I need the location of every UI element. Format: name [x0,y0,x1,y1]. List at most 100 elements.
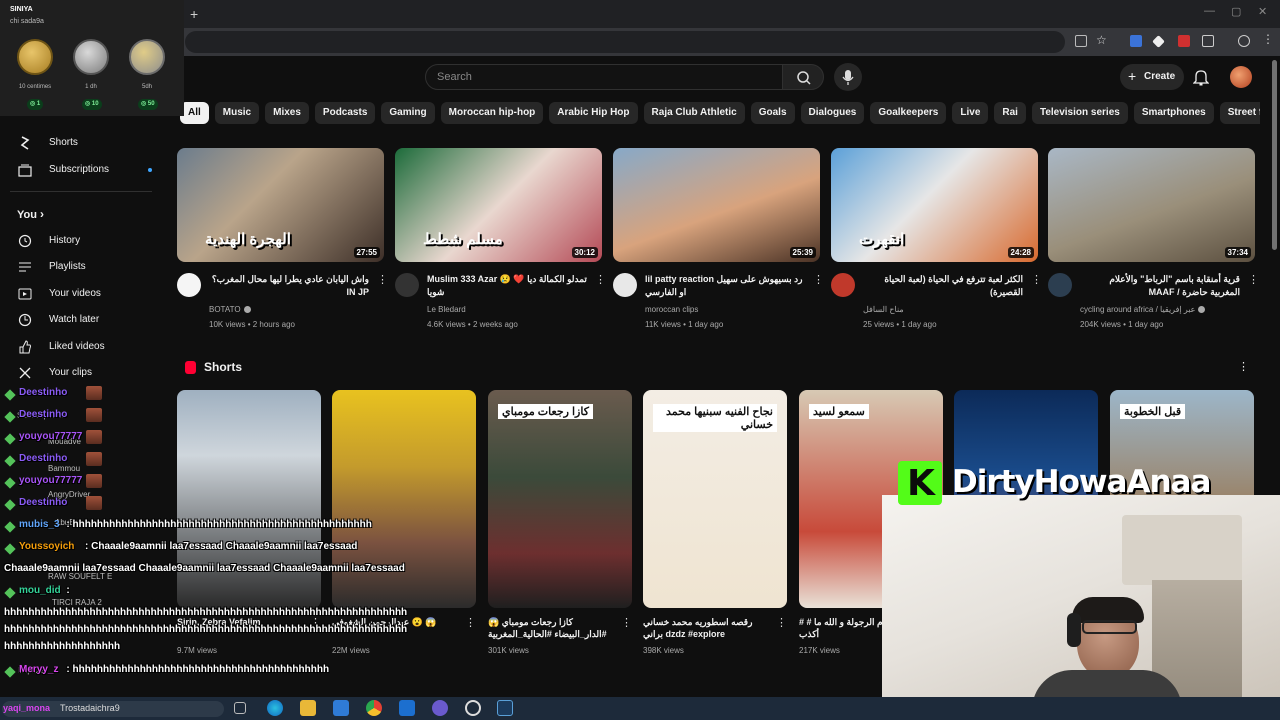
chip-moroccan-hip-hop[interactable]: Moroccan hip-hop [440,102,544,124]
short-title[interactable]: 😱 كازا رجعات مومباي #الدار_البيضاء #الحا… [488,616,614,640]
channel-avatar[interactable] [613,273,637,297]
video-thumbnail[interactable]: 37:34 [1048,148,1255,262]
channel-avatar[interactable] [177,273,201,297]
shorts-more-menu-icon[interactable]: ⋮ [1238,360,1249,373]
your-videos-icon [18,288,32,300]
video-thumbnail[interactable]: انقهرت 24:28 [831,148,1038,262]
extensions-puzzle-icon[interactable] [1202,35,1214,47]
video-title[interactable]: واش اليابان عادي يطرا ليها محال المغرب؟ … [209,273,369,299]
video-title[interactable]: lil patty reaction رد بسيهوش على سهيل او… [645,273,805,299]
chip-gaming[interactable]: Gaming [381,102,435,124]
notifications-button[interactable] [1192,68,1210,89]
thumbnail-text: انقهرت [859,231,905,248]
chip-dialogues[interactable]: Dialogues [800,102,865,124]
chat-username[interactable]: Deestinho [19,387,67,398]
chat-username[interactable]: Deestinho [19,409,67,420]
short-more-icon[interactable]: ⋮ [776,616,787,629]
short-thumbnail[interactable]: كازا رجعات مومباي [488,390,632,608]
chip-music[interactable]: Music [214,102,260,124]
obs-icon[interactable] [465,700,481,716]
coin-5dh-icon[interactable] [129,39,165,75]
video-thumbnail[interactable]: 25:39 [613,148,820,262]
chat-username[interactable]: Meryy_z [19,664,58,675]
chip-rai[interactable]: Rai [994,102,1026,124]
profile-icon[interactable] [1238,35,1250,47]
chat-username[interactable]: youyou77777 [19,475,82,486]
chip-podcasts[interactable]: Podcasts [314,102,376,124]
bookmark-star-icon[interactable]: ☆ [1096,33,1108,47]
close-window-button[interactable]: ✕ [1258,5,1267,18]
short-title[interactable]: رقصه اسطوريه محمد خساني براني dzdz #expl… [643,616,769,640]
short-thumbnail[interactable]: نجاح الفنيه سبنيها محمد خساني [643,390,787,608]
chat-username[interactable]: mubis_3 [19,519,60,530]
chrome-icon[interactable] [366,700,382,716]
minimize-button[interactable]: — [1204,5,1215,17]
coin-10-centimes-icon[interactable] [17,39,53,75]
video-title[interactable]: قرية أمنقابة باسم "الرباط" والأعلام المغ… [1080,273,1240,299]
upload-time: 1 day ago [1128,320,1164,329]
chip-street-food[interactable]: Street food [1219,102,1260,124]
diamond-extension-icon[interactable] [1152,35,1165,48]
chip-goalkeepers[interactable]: Goalkeepers [870,102,947,124]
search-input[interactable]: Search [425,64,783,90]
short-more-icon[interactable]: ⋮ [621,616,632,629]
chip-live[interactable]: Live [952,102,989,124]
cast-icon[interactable] [1075,35,1087,47]
chip-goals[interactable]: Goals [750,102,795,124]
video-title[interactable]: Muslim 333 Azar 😢 تمدلو الكمالة ديا ❤️ ش… [427,273,587,299]
short-more-icon[interactable]: ⋮ [465,616,476,629]
outlook-icon[interactable] [399,700,415,716]
video-title[interactable]: الكثر لعبة تترفع في الحياة (لعبة الحياة … [863,273,1023,299]
search-button[interactable] [782,64,824,90]
chip-arabic-hip-hop[interactable]: Arabic Hip Hop [549,102,638,124]
chip-raja-club-athletic[interactable]: Raja Club Athletic [643,102,745,124]
more-actions-icon[interactable]: ⋮ [377,273,388,286]
channel-name[interactable]: Le Bledard [427,305,466,314]
red-extension-icon[interactable] [1178,35,1190,47]
page-scrollbar[interactable] [1272,60,1277,250]
chip-mixes[interactable]: Mixes [265,102,309,124]
channel-avatar[interactable] [1048,273,1072,297]
chat-badge-icon [4,666,16,678]
short-thumbnail[interactable] [332,390,476,608]
more-actions-icon[interactable]: ⋮ [595,273,606,286]
store-icon[interactable] [333,700,349,716]
more-actions-icon[interactable]: ⋮ [1031,273,1042,286]
maximize-button[interactable]: ▢ [1231,5,1241,18]
channel-avatar[interactable] [831,273,855,297]
new-tab-button[interactable]: + [190,6,198,22]
edge-icon[interactable] [267,700,283,716]
chip-all[interactable]: All [180,102,209,124]
channel-name[interactable]: moroccan clips [645,305,698,314]
chat-username[interactable]: Deestinho [19,453,67,464]
chip-television-series[interactable]: Television series [1031,102,1128,124]
task-view-icon[interactable] [234,702,246,714]
chat-username[interactable]: Deestinho [19,497,67,508]
create-button[interactable]: + Create [1120,64,1184,90]
coin-1dh-icon[interactable] [73,39,109,75]
chat-username[interactable]: mou_did [19,585,61,596]
video-thumbnail[interactable]: مسلم شطط 30:12 [395,148,602,262]
voice-search-button[interactable] [834,63,862,91]
more-actions-icon[interactable]: ⋮ [813,273,824,286]
account-avatar[interactable] [1230,66,1252,88]
channel-name[interactable]: cycling around africa / عبر إفريقيا [1080,305,1206,314]
translate-extension-icon[interactable] [1130,35,1142,47]
chip-smartphones[interactable]: Smartphones [1133,102,1214,124]
browser-menu-icon[interactable]: ⋮ [1262,32,1274,46]
channel-name[interactable]: BOTATO [209,305,251,314]
chat-username[interactable]: youyou77777 [19,431,82,442]
short-thumbnail[interactable] [177,390,321,608]
duration-badge: 37:34 [1224,247,1251,258]
video-thumbnail[interactable]: الهجرة الهندية 27:55 [177,148,384,262]
channel-avatar[interactable] [395,273,419,297]
url-field[interactable] [185,31,1065,53]
steam-icon[interactable] [497,700,513,716]
file-explorer-icon[interactable] [300,700,316,716]
discord-icon[interactable] [432,700,448,716]
chat-username[interactable]: Youssoyich [19,541,74,552]
mic-icon [842,70,854,85]
more-actions-icon[interactable]: ⋮ [1248,273,1259,286]
sidebar-you-heading[interactable]: You › [17,207,44,221]
channel-name[interactable]: مناح السافل [863,305,904,314]
